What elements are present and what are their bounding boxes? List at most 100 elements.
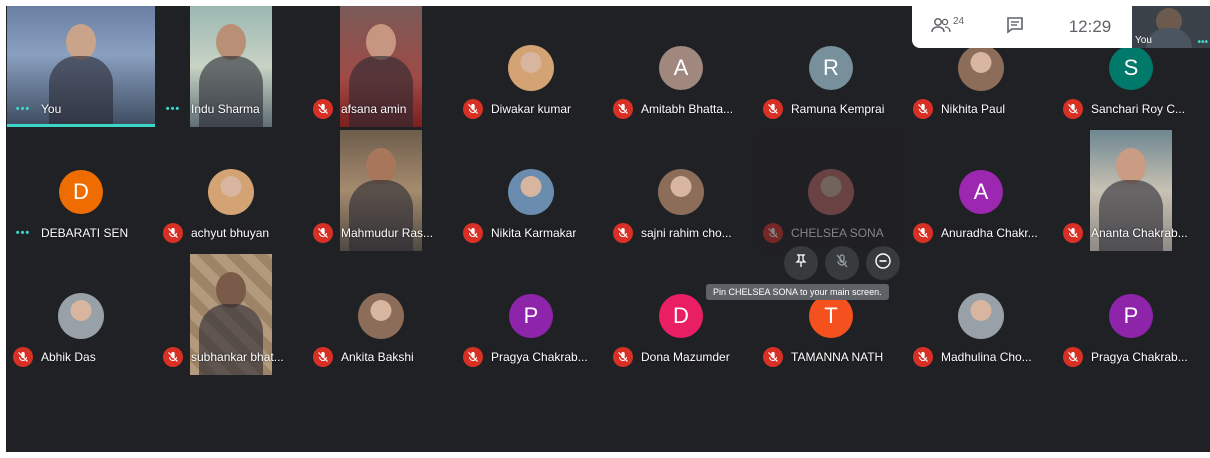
mic-off-icon bbox=[313, 99, 333, 119]
avatar-initial: D bbox=[59, 170, 103, 214]
participant-tile[interactable]: subhankar bhat... bbox=[157, 254, 305, 375]
participant-name-bar: Madhulina Cho... bbox=[913, 347, 1051, 367]
participant-tile[interactable]: Mahmudur Ras... bbox=[307, 130, 455, 251]
participant-tile[interactable]: Ananta Chakrab... bbox=[1057, 130, 1205, 251]
mic-off-icon bbox=[763, 347, 783, 367]
avatar-photo bbox=[658, 169, 704, 215]
meeting-grid: ••• You ••• Indu Sharma afsana amin Diwakar k… bbox=[6, 6, 1210, 452]
more-options-icon[interactable]: ••• bbox=[1197, 37, 1208, 48]
more-options-icon[interactable]: ••• bbox=[13, 227, 33, 239]
remove-participant-button[interactable] bbox=[866, 246, 901, 280]
participant-name: Diwakar kumar bbox=[491, 102, 572, 116]
participant-name: Nikita Karmakar bbox=[491, 226, 577, 240]
chat-icon bbox=[1005, 15, 1025, 40]
self-view-thumbnail[interactable]: You ••• bbox=[1132, 6, 1210, 48]
pin-button[interactable] bbox=[783, 246, 818, 280]
avatar-photo bbox=[208, 169, 254, 215]
participant-tile[interactable]: Madhulina Cho... bbox=[907, 254, 1055, 375]
participant-tile[interactable]: Nikita Karmakar bbox=[457, 130, 605, 251]
participant-name-bar: Dona Mazumder bbox=[613, 347, 751, 367]
participant-name-bar: Abhik Das bbox=[13, 347, 151, 367]
participant-name-bar: Anuradha Chakr... bbox=[913, 223, 1051, 243]
mic-off-icon bbox=[913, 99, 933, 119]
avatar-initial: P bbox=[1109, 294, 1153, 338]
more-options-icon[interactable]: ••• bbox=[163, 103, 183, 115]
mic-off-icon bbox=[1063, 223, 1083, 243]
participant-name-bar: achyut bhuyan bbox=[163, 223, 301, 243]
remove-icon bbox=[874, 252, 892, 275]
participant-name: Pragya Chakrab... bbox=[491, 350, 588, 364]
participant-tile[interactable]: CHELSEA SONA bbox=[757, 130, 905, 251]
participant-name-bar: Pragya Chakrab... bbox=[1063, 347, 1201, 367]
participant-name-bar: Diwakar kumar bbox=[463, 99, 601, 119]
participant-name-bar: Ananta Chakrab... bbox=[1063, 223, 1201, 243]
participant-count: 24 bbox=[952, 15, 965, 27]
avatar-initial: A bbox=[659, 46, 703, 90]
participant-tile[interactable]: sajni rahim cho... bbox=[607, 130, 755, 251]
participant-name-bar: subhankar bhat... bbox=[163, 347, 301, 367]
participant-tile[interactable]: D Dona Mazumder bbox=[607, 254, 755, 375]
mic-off-icon bbox=[163, 223, 183, 243]
mic-off-icon bbox=[13, 347, 33, 367]
top-bar: 24 12:29 You ••• bbox=[912, 6, 1210, 48]
chat-button[interactable] bbox=[982, 6, 1048, 48]
self-view-body bbox=[1146, 28, 1192, 48]
participant-name-bar: Ramuna Kemprai bbox=[763, 99, 901, 119]
participant-tile[interactable]: Diwakar kumar bbox=[457, 6, 605, 127]
mic-off-icon bbox=[613, 347, 633, 367]
participant-name: afsana amin bbox=[341, 102, 407, 116]
participant-tile[interactable]: P Pragya Chakrab... bbox=[1057, 254, 1205, 375]
avatar-initial: A bbox=[959, 170, 1003, 214]
participant-name-bar: Ankita Bakshi bbox=[313, 347, 451, 367]
participant-tile[interactable]: Ankita Bakshi bbox=[307, 254, 455, 375]
mic-off-icon bbox=[163, 347, 183, 367]
participants-button[interactable]: 24 bbox=[912, 6, 982, 48]
participant-name: Nikhita Paul bbox=[941, 102, 1006, 116]
participant-tile[interactable]: R Ramuna Kemprai bbox=[757, 6, 905, 127]
pin-tooltip: Pin CHELSEA SONA to your main screen. bbox=[706, 284, 889, 300]
avatar-photo bbox=[958, 293, 1004, 339]
participant-name-bar: Sanchari Roy C... bbox=[1063, 99, 1201, 119]
participant-name: Mahmudur Ras... bbox=[341, 226, 434, 240]
pin-icon bbox=[793, 253, 809, 274]
avatar-photo bbox=[508, 169, 554, 215]
participant-tile[interactable]: afsana amin bbox=[307, 6, 455, 127]
participant-name: sajni rahim cho... bbox=[641, 226, 732, 240]
avatar-initial: D bbox=[659, 294, 703, 338]
mic-off-icon bbox=[613, 99, 633, 119]
avatar-photo bbox=[508, 45, 554, 91]
participant-name-bar: Nikita Karmakar bbox=[463, 223, 601, 243]
participant-name: Sanchari Roy C... bbox=[1091, 102, 1186, 116]
participant-name-bar: Amitabh Bhatta... bbox=[613, 99, 751, 119]
participant-tile[interactable]: Abhik Das bbox=[7, 254, 155, 375]
avatar-photo bbox=[958, 45, 1004, 91]
more-options-icon[interactable]: ••• bbox=[13, 103, 33, 115]
participant-name-bar: Pragya Chakrab... bbox=[463, 347, 601, 367]
mic-off-icon bbox=[1063, 99, 1083, 119]
participant-tile[interactable]: ••• Indu Sharma bbox=[157, 6, 305, 127]
participant-name: Abhik Das bbox=[41, 350, 96, 364]
mic-off-icon bbox=[463, 347, 483, 367]
mic-off-icon bbox=[613, 223, 633, 243]
self-view-label: You bbox=[1135, 35, 1152, 46]
participant-tile[interactable]: A Amitabh Bhatta... bbox=[607, 6, 755, 127]
avatar-initial: T bbox=[809, 294, 853, 338]
tile-hover-controls bbox=[780, 243, 904, 283]
mute-participant-button[interactable] bbox=[824, 246, 859, 280]
participant-name-bar: ••• Indu Sharma bbox=[163, 99, 301, 119]
participant-tile[interactable]: achyut bhuyan bbox=[157, 130, 305, 251]
participant-name-bar: Mahmudur Ras... bbox=[313, 223, 451, 243]
participant-name: DEBARATI SEN bbox=[41, 226, 129, 240]
mic-off-icon bbox=[463, 223, 483, 243]
participant-tile[interactable]: ••• You bbox=[7, 6, 155, 127]
participant-name: Anuradha Chakr... bbox=[941, 226, 1038, 240]
participant-name-bar: Nikhita Paul bbox=[913, 99, 1051, 119]
participant-name: Amitabh Bhatta... bbox=[641, 102, 734, 116]
avatar-initial: R bbox=[809, 46, 853, 90]
participant-name-bar: afsana amin bbox=[313, 99, 451, 119]
participant-tile[interactable]: A Anuradha Chakr... bbox=[907, 130, 1055, 251]
avatar-initial: S bbox=[1109, 46, 1153, 90]
participant-name: Ramuna Kemprai bbox=[791, 102, 885, 116]
participant-tile[interactable]: P Pragya Chakrab... bbox=[457, 254, 605, 375]
participant-tile[interactable]: D ••• DEBARATI SEN bbox=[7, 130, 155, 251]
